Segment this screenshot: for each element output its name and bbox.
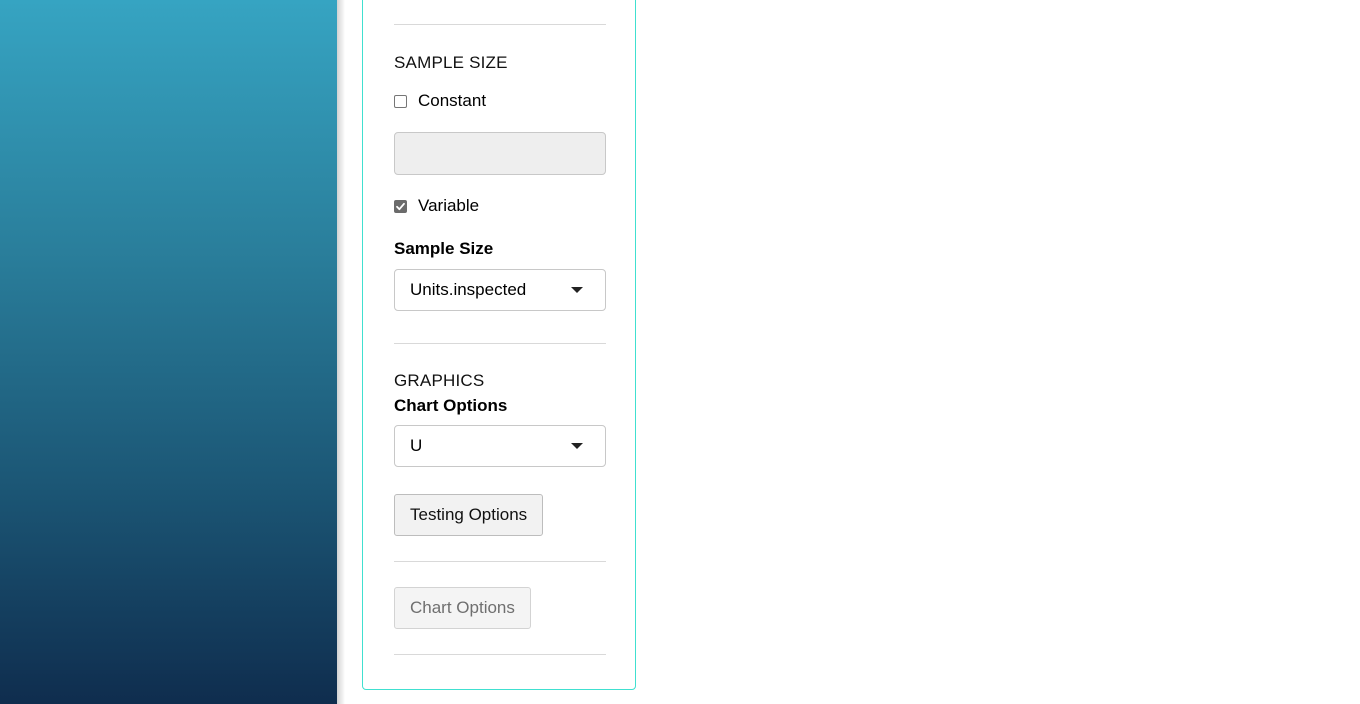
divider-lower xyxy=(394,561,606,562)
options-panel: SAMPLE SIZE Constant Variable Sample Siz… xyxy=(362,0,636,690)
sample-size-section-title: SAMPLE SIZE xyxy=(394,53,508,72)
constant-checkbox[interactable] xyxy=(394,94,407,108)
caret-down-icon xyxy=(571,287,583,293)
chart-options-field-label: Chart Options xyxy=(394,396,508,415)
graphics-section-title: GRAPHICS xyxy=(394,371,485,390)
constant-sample-size-input[interactable] xyxy=(394,132,606,175)
constant-label: Constant xyxy=(418,91,487,110)
sidebar-gradient-panel xyxy=(0,0,337,704)
divider-bottom xyxy=(394,654,606,655)
variable-label: Variable xyxy=(418,196,480,215)
divider-middle xyxy=(394,343,606,344)
testing-options-button[interactable]: Testing Options xyxy=(394,494,544,536)
variable-checkbox-row[interactable]: Variable xyxy=(394,196,479,216)
variable-checkbox[interactable] xyxy=(394,199,407,213)
app-window: SAMPLE SIZE Constant Variable Sample Siz… xyxy=(0,0,1360,704)
chart-options-button[interactable]: Chart Options xyxy=(394,587,531,629)
sidebar-shadow xyxy=(337,0,345,704)
chart-options-select[interactable]: U xyxy=(394,425,606,467)
sample-size-select-value: Units.inspected xyxy=(410,280,527,299)
checkmark-icon xyxy=(396,202,405,210)
sample-size-field-label: Sample Size xyxy=(394,239,494,258)
caret-down-icon xyxy=(571,443,583,449)
divider-top xyxy=(394,24,606,25)
constant-checkbox-row[interactable]: Constant xyxy=(394,91,486,111)
sample-size-select[interactable]: Units.inspected xyxy=(394,269,606,311)
chart-options-select-value: U xyxy=(410,436,423,455)
